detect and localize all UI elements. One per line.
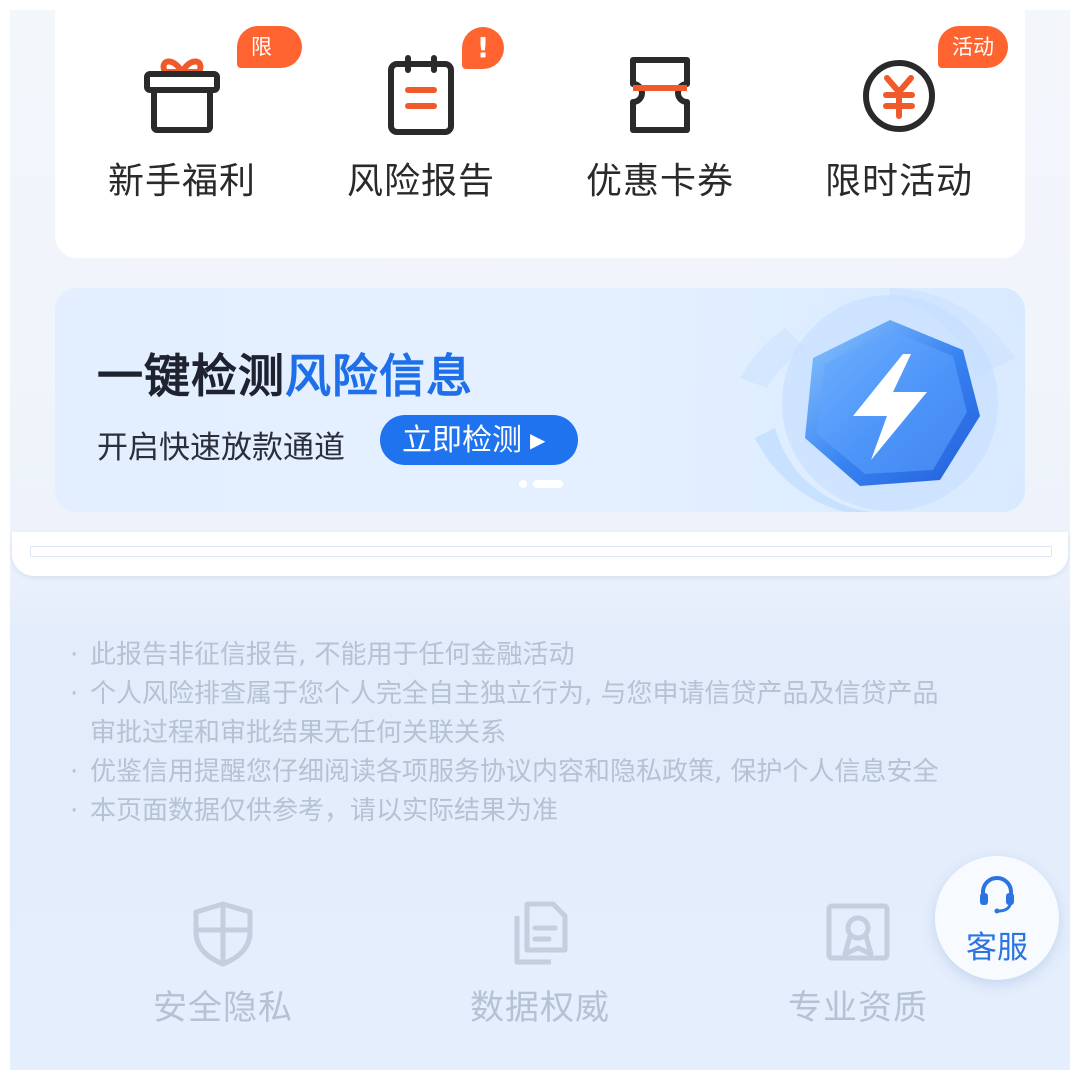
banner-subtitle: 开启快速放款通道 xyxy=(97,430,345,466)
divider-strip xyxy=(12,532,1068,576)
divider-line xyxy=(30,546,1052,557)
certificate-icon xyxy=(823,898,893,968)
quick-action-label: 风险报告 xyxy=(346,161,495,202)
quick-action-newbie-benefits[interactable]: 新手福利 限时 xyxy=(62,0,302,230)
banner-title-part1: 一键检测 xyxy=(97,349,285,403)
quick-action-label: 优惠卡券 xyxy=(585,161,734,202)
risk-check-banner[interactable]: 一键检测风险信息 开启快速放款通道 立即检测 ▶ xyxy=(55,288,1025,512)
alert-badge: ! xyxy=(462,27,504,69)
quick-actions-card: 新手福利 限时 风险报告 ! 优惠卡券 限时活动 活动 xyxy=(55,0,1025,258)
check-now-button[interactable]: 立即检测 ▶ xyxy=(380,415,578,465)
lightning-icon xyxy=(655,288,1025,512)
disclaimer-item: 本页面数据仅供参考，请以实际结果为准 xyxy=(70,792,1030,831)
quick-action-label: 新手福利 xyxy=(107,161,256,202)
banner-title-part2: 风险信息 xyxy=(285,349,473,403)
clipboard-report-icon xyxy=(376,50,466,140)
feature-label: 安全隐私 xyxy=(153,988,293,1028)
documents-icon xyxy=(505,898,575,968)
customer-service-button[interactable]: 客服 xyxy=(935,856,1059,980)
disclaimer-item-continued: 审批过程和审批结果无任何关联关系 xyxy=(90,718,507,748)
shield-icon xyxy=(188,898,258,968)
play-arrow-icon: ▶ xyxy=(530,428,546,452)
quick-action-limited-events[interactable]: 限时活动 活动 xyxy=(779,0,1019,230)
feature-authoritative-data: 数据权威 xyxy=(430,898,650,1028)
disclaimer-item: 此报告非征信报告, 不能用于任何金融活动 xyxy=(70,636,1030,675)
quick-action-label: 限时活动 xyxy=(824,161,973,202)
feature-label: 专业资质 xyxy=(788,988,928,1028)
quick-action-risk-report[interactable]: 风险报告 ! xyxy=(301,0,541,230)
feature-label: 数据权威 xyxy=(470,988,610,1028)
limited-time-badge: 限时 xyxy=(237,26,302,101)
carousel-dot-active xyxy=(533,480,563,488)
event-badge: 活动 xyxy=(938,26,1008,68)
check-now-label: 立即检测 xyxy=(402,423,522,458)
quick-action-coupons[interactable]: 优惠卡券 xyxy=(540,0,780,230)
gift-icon xyxy=(137,50,227,140)
disclaimer-list: 此报告非征信报告, 不能用于任何金融活动 个人风险排查属于您个人完全自主独立行为… xyxy=(70,636,1030,831)
yuan-coin-icon xyxy=(854,50,944,140)
headset-icon xyxy=(977,874,1017,914)
carousel-dot xyxy=(519,480,527,488)
feature-secure-privacy: 安全隐私 xyxy=(113,898,333,1028)
customer-service-label: 客服 xyxy=(966,930,1028,966)
coupon-ticket-icon xyxy=(615,50,705,140)
disclaimer-item: 个人风险排查属于您个人完全自主独立行为, 与您申请信贷产品及信贷产品 xyxy=(70,675,1030,714)
disclaimer-item: 优鉴信用提醒您仔细阅读各项服务协议内容和隐私政策, 保护个人信息安全 xyxy=(70,753,1030,792)
banner-title: 一键检测风险信息 xyxy=(97,340,473,406)
